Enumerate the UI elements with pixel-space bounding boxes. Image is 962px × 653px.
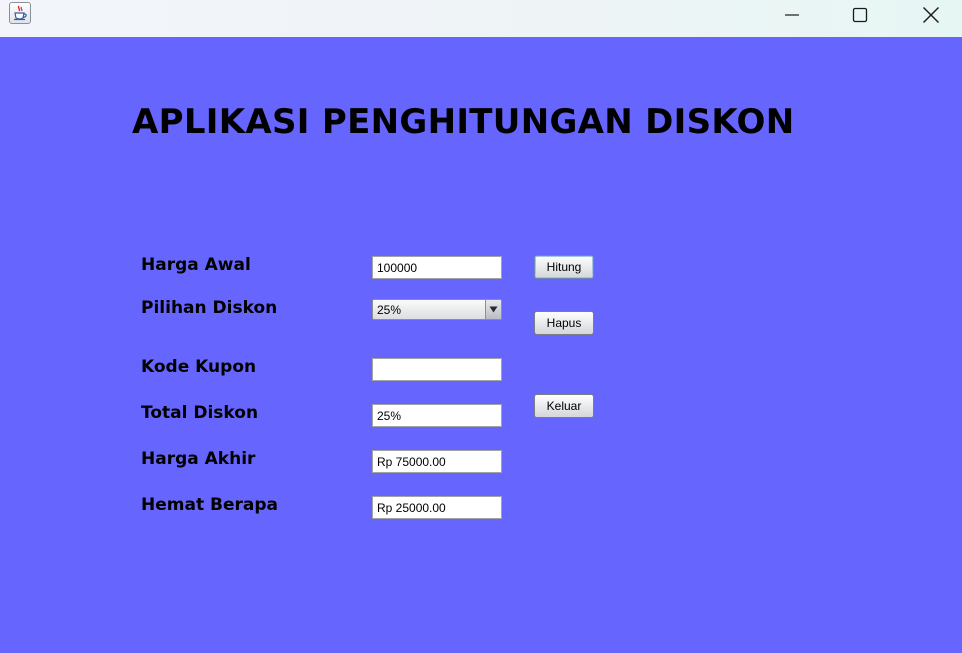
hemat-berapa-label: Hemat Berapa bbox=[141, 495, 278, 515]
maximize-icon bbox=[852, 7, 868, 23]
window-title-bar bbox=[0, 0, 962, 37]
harga-akhir-field[interactable] bbox=[372, 450, 502, 473]
hitung-button[interactable]: Hitung bbox=[534, 255, 594, 279]
kode-kupon-field[interactable] bbox=[372, 358, 502, 381]
close-icon bbox=[923, 7, 939, 23]
maximize-button[interactable] bbox=[837, 0, 883, 30]
hemat-berapa-field[interactable] bbox=[372, 496, 502, 519]
hapus-button[interactable]: Hapus bbox=[534, 311, 594, 335]
chevron-down-icon bbox=[489, 306, 498, 313]
page-title: APLIKASI PENGHITUNGAN DISKON bbox=[132, 102, 795, 142]
minimize-button[interactable] bbox=[769, 0, 815, 30]
dropdown-arrow-button[interactable] bbox=[485, 300, 501, 319]
main-panel: APLIKASI PENGHITUNGAN DISKON Harga Awal … bbox=[0, 37, 962, 653]
pilihan-diskon-value: 25% bbox=[377, 303, 402, 317]
total-diskon-field[interactable] bbox=[372, 404, 502, 427]
harga-awal-label: Harga Awal bbox=[141, 255, 251, 275]
keluar-button[interactable]: Keluar bbox=[534, 394, 594, 418]
minimize-icon bbox=[785, 14, 799, 16]
pilihan-diskon-dropdown[interactable]: 25% bbox=[372, 299, 502, 320]
kode-kupon-label: Kode Kupon bbox=[141, 357, 257, 377]
pilihan-diskon-label: Pilihan Diskon bbox=[141, 298, 278, 318]
harga-awal-field[interactable] bbox=[372, 256, 502, 279]
harga-akhir-label: Harga Akhir bbox=[141, 449, 256, 469]
total-diskon-label: Total Diskon bbox=[141, 403, 259, 423]
close-button[interactable] bbox=[908, 0, 954, 30]
java-cup-icon[interactable] bbox=[9, 2, 31, 24]
